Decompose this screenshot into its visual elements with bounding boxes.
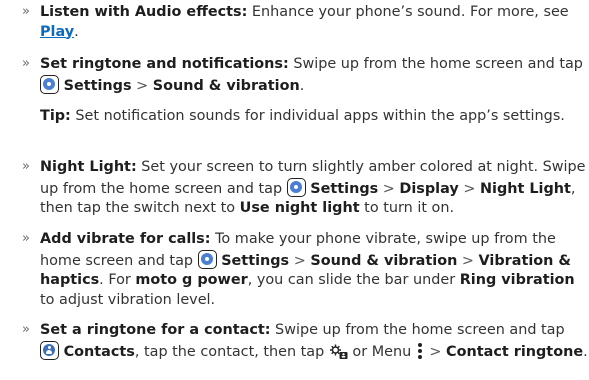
settings-icon	[286, 177, 306, 197]
tip-note: Tip: Set notification sounds for individ…	[40, 107, 580, 127]
contacts-icon	[40, 340, 59, 360]
vibrate-heading: Add vibrate for calls:	[40, 231, 211, 247]
separator: >	[463, 180, 476, 197]
contact-ringtone-text-2: , tap the contact, then tap	[134, 343, 329, 360]
document-page: » Listen with Audio effects: Enhance you…	[0, 0, 589, 380]
model-name: moto g power	[135, 272, 248, 288]
bullet-ringtone-notifications: » Set ringtone and notifications: Swipe …	[22, 55, 588, 96]
audio-effects-heading: Listen with Audio effects:	[40, 4, 248, 20]
ringtone-text: Swipe up from the home screen and tap	[288, 56, 583, 72]
settings-icon	[197, 249, 217, 269]
separator: >	[136, 77, 149, 94]
night-light-text-3: to turn it on.	[359, 200, 455, 216]
use-night-light-label: Use night light	[239, 200, 360, 216]
settings-label: Settings	[63, 77, 132, 94]
ring-vibration-label: Ring vibration	[459, 272, 575, 288]
audio-effects-end: .	[74, 23, 79, 40]
audio-effects-text: Enhance your phone’s sound. For more, se…	[247, 4, 569, 20]
separator: >	[429, 343, 442, 360]
separator: >	[461, 252, 474, 269]
contact-settings-icon	[329, 343, 348, 367]
play-link[interactable]: Play	[40, 24, 74, 40]
tip-heading: Tip:	[40, 108, 71, 124]
bullet-night-light: » Night Light: Set your screen to turn s…	[22, 158, 588, 219]
bullet-marker: »	[22, 322, 30, 337]
ringtone-end: .	[299, 77, 305, 94]
sound-vibration-label: Sound & vibration	[310, 252, 458, 269]
settings-label: Settings	[310, 180, 379, 197]
bullet-marker: »	[22, 231, 30, 246]
bullet-marker: »	[22, 159, 30, 174]
night-light-label: Night Light	[479, 180, 571, 197]
contact-ringtone-heading: Set a ringtone for a contact:	[40, 322, 271, 338]
menu-dots-icon	[417, 342, 423, 359]
vibrate-text-2: . For	[99, 272, 136, 288]
contact-ringtone-text-3: or Menu	[347, 343, 416, 360]
tip-text: Set notification sounds for individual a…	[70, 108, 565, 124]
contact-ringtone-label: Contact ringtone	[446, 343, 584, 360]
ringtone-heading: Set ringtone and notifications:	[40, 56, 289, 72]
night-light-heading: Night Light:	[40, 159, 137, 175]
settings-label: Settings	[221, 252, 290, 269]
sound-vibration-label: Sound & vibration	[152, 77, 300, 94]
separator: >	[382, 180, 395, 197]
separator: >	[293, 252, 306, 269]
vibrate-text-4: to adjust vibration level.	[40, 291, 216, 308]
bullet-contact-ringtone: » Set a ringtone for a contact: Swipe up…	[22, 321, 588, 366]
bullet-vibrate-calls: » Add vibrate for calls: To make your ph…	[22, 230, 588, 310]
bullet-marker: »	[22, 4, 30, 19]
contact-ringtone-text: Swipe up from the home screen and tap	[270, 322, 565, 338]
vibrate-text-3: , you can slide the bar under	[247, 272, 460, 288]
display-label: Display	[399, 180, 459, 197]
bullet-audio-effects: » Listen with Audio effects: Enhance you…	[22, 3, 588, 42]
settings-icon	[40, 74, 59, 94]
bullet-marker: »	[22, 56, 30, 71]
contacts-label: Contacts	[63, 343, 135, 360]
contact-ringtone-end: .	[583, 343, 588, 360]
